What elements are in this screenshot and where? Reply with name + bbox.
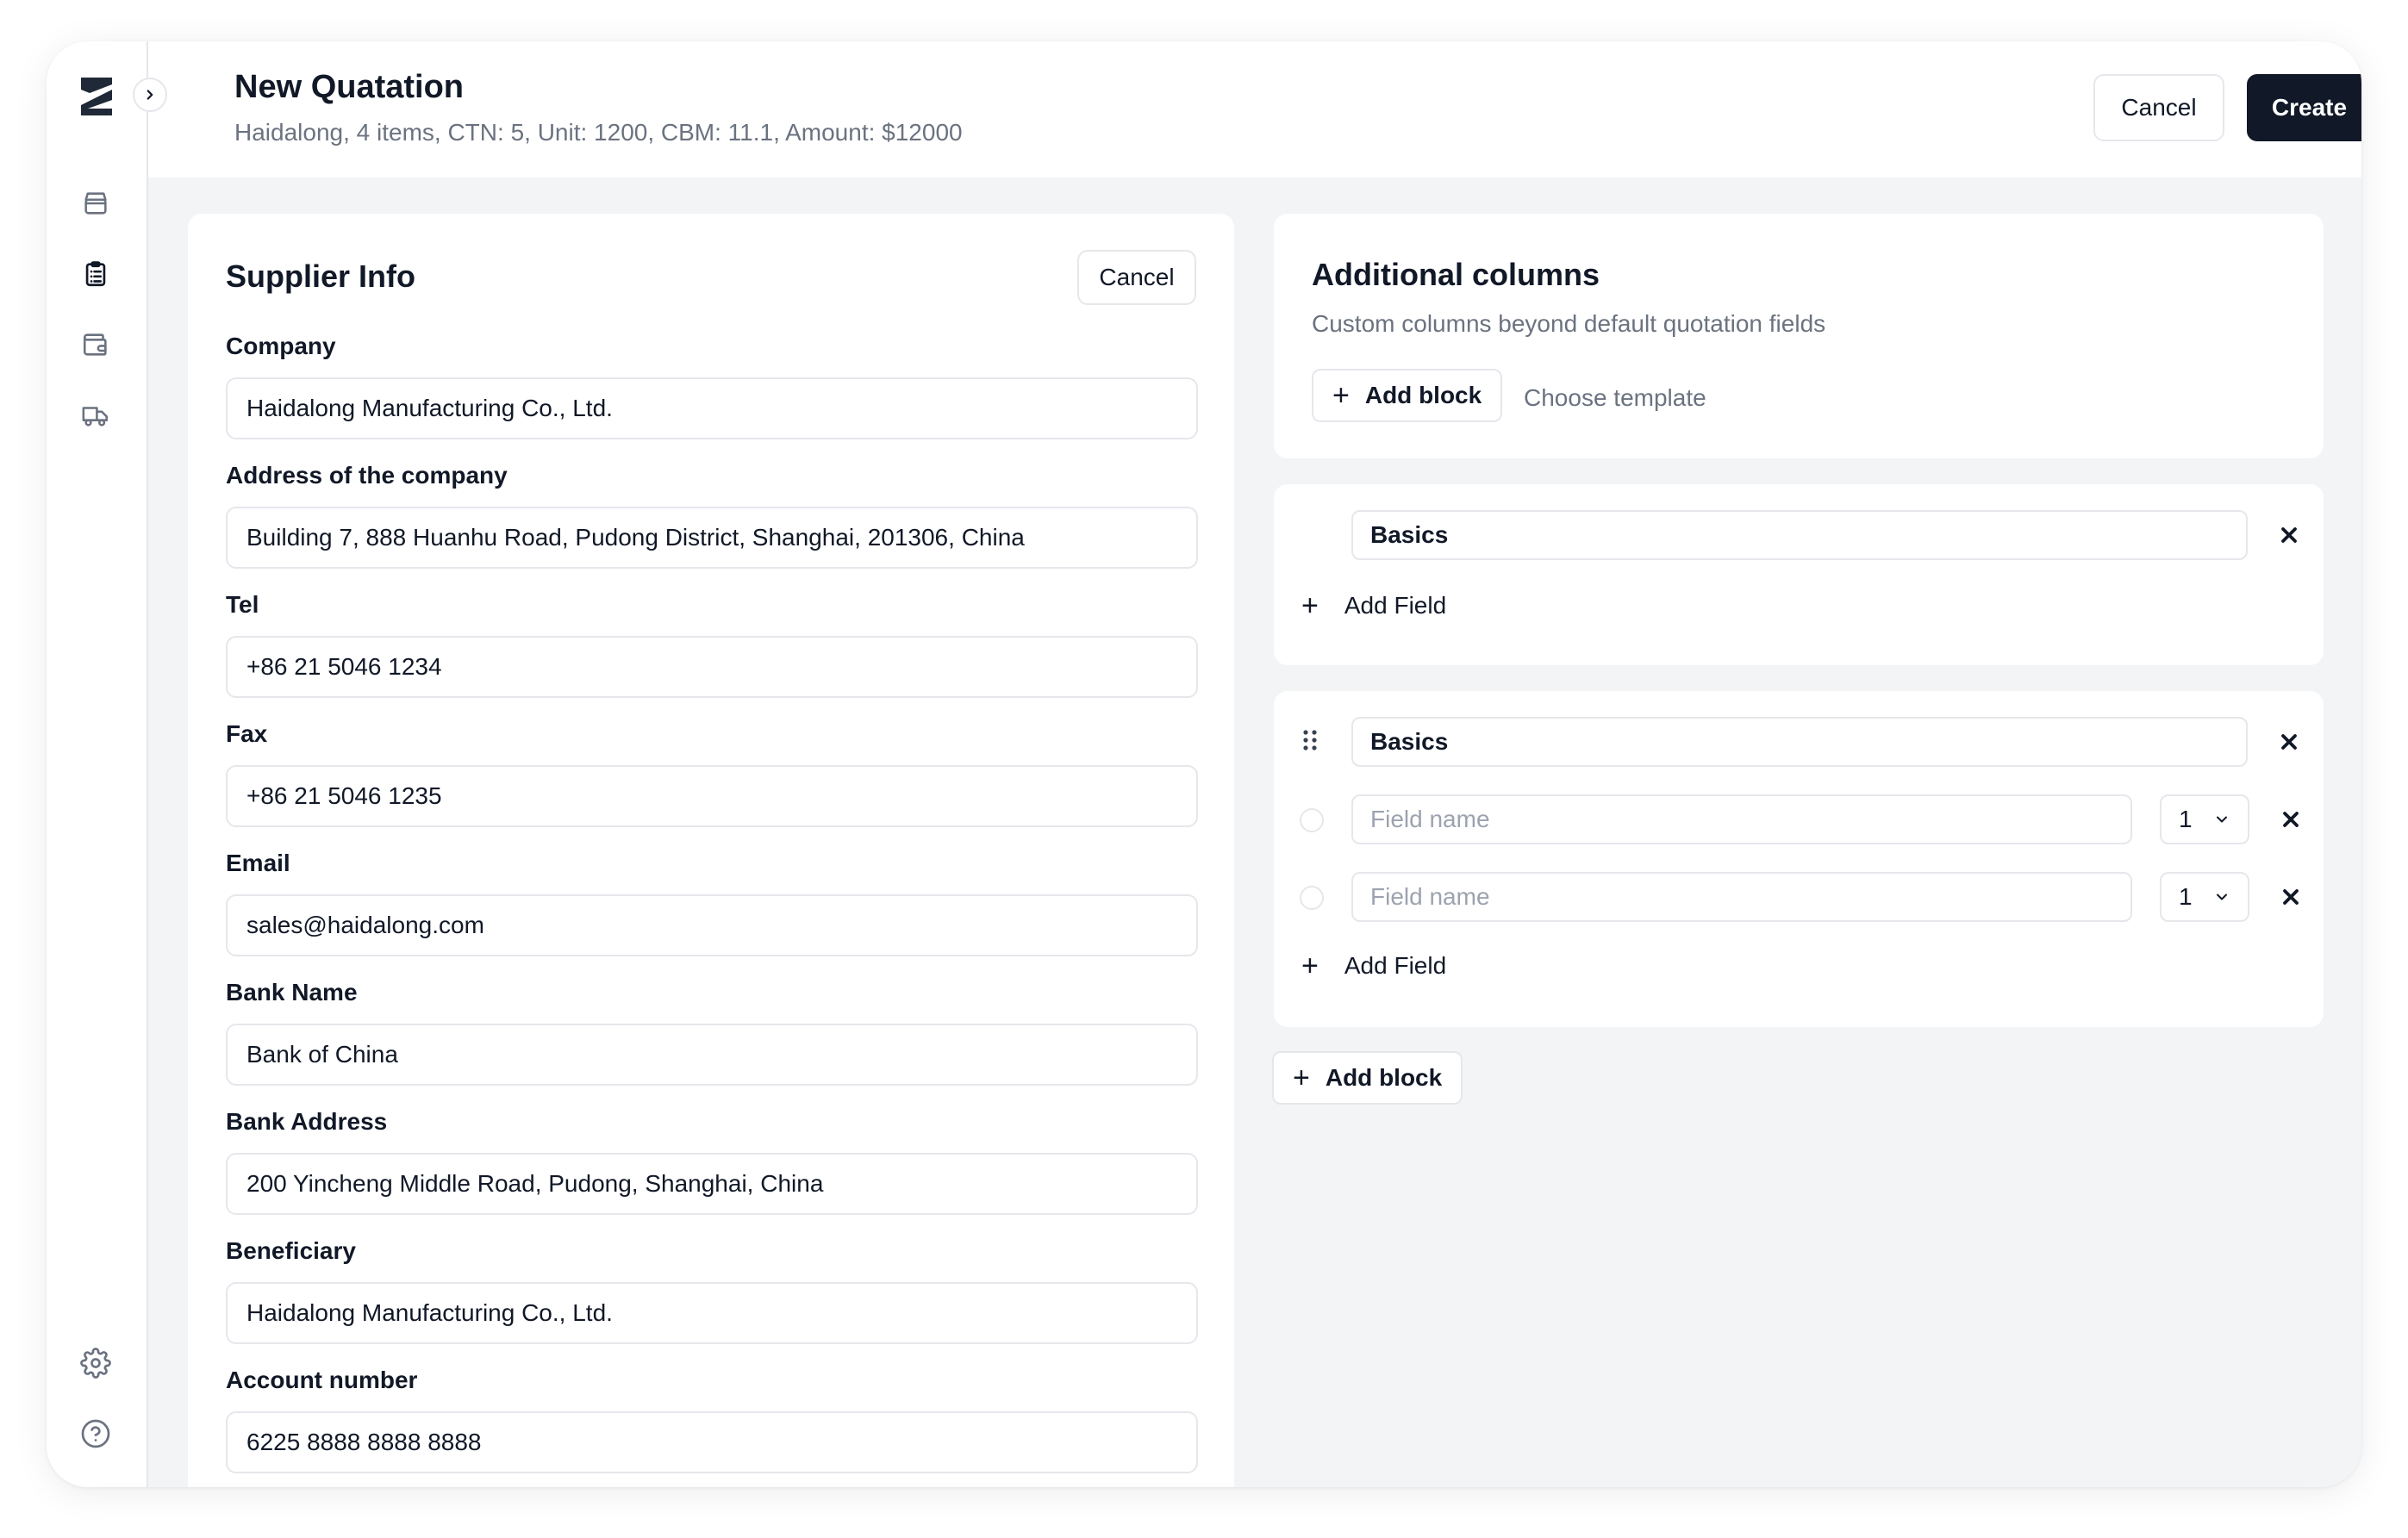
column-block: Basics Field name 1 Field name 1 + Add F… bbox=[1274, 691, 2324, 1027]
logo-icon[interactable] bbox=[78, 74, 115, 119]
add-field-label: Add Field bbox=[1344, 592, 1447, 619]
beneficiary-input[interactable]: Haidalong Manufacturing Co., Ltd. bbox=[226, 1282, 1198, 1344]
create-button[interactable]: Create bbox=[2247, 74, 2361, 141]
page-subtitle: Haidalong, 4 items, CTN: 5, Unit: 1200, … bbox=[234, 119, 963, 146]
supplier-cancel-button[interactable]: Cancel bbox=[1077, 250, 1196, 305]
wallet-icon[interactable] bbox=[78, 327, 113, 362]
clipboard-list-icon[interactable] bbox=[78, 257, 113, 291]
field-label: Beneficiary bbox=[226, 1237, 356, 1264]
account-number-input[interactable]: 6225 8888 8888 8888 bbox=[226, 1411, 1198, 1473]
block-name-input[interactable]: Basics bbox=[1351, 717, 2248, 767]
add-block-button[interactable]: + Add block bbox=[1312, 369, 1503, 422]
bank-address-input[interactable]: 200 Yincheng Middle Road, Pudong, Shangh… bbox=[226, 1153, 1198, 1215]
chevron-down-icon bbox=[2217, 894, 2227, 900]
sidebar bbox=[47, 41, 148, 1487]
close-icon[interactable] bbox=[2277, 730, 2301, 754]
plus-icon: + bbox=[1332, 379, 1350, 412]
fax-field: Fax +86 21 5046 1235 bbox=[226, 717, 1198, 827]
field-label: Tel bbox=[226, 591, 259, 618]
add-field-button[interactable]: + Add Field bbox=[1301, 591, 1446, 620]
drag-handle-icon[interactable] bbox=[1300, 727, 1320, 753]
plus-icon: + bbox=[1301, 950, 1319, 982]
address-field: Address of the company Building 7, 888 H… bbox=[226, 458, 1198, 569]
tel-field: Tel +86 21 5046 1234 bbox=[226, 588, 1198, 698]
field-label: Address of the company bbox=[226, 462, 508, 489]
additional-columns-card: Additional columns Custom columns beyond… bbox=[1274, 214, 2324, 458]
app-window: New Quatation Haidalong, 4 items, CTN: 5… bbox=[47, 41, 2361, 1487]
company-input[interactable]: Haidalong Manufacturing Co., Ltd. bbox=[226, 377, 1198, 439]
additional-columns-description: Custom columns beyond default quotation … bbox=[1312, 310, 1826, 337]
add-block-label: Add block bbox=[1325, 1064, 1443, 1091]
close-icon[interactable] bbox=[2279, 807, 2303, 831]
supplier-info-title: Supplier Info bbox=[226, 258, 415, 294]
field-label: Company bbox=[226, 333, 336, 359]
add-block-button[interactable]: + Add block bbox=[1272, 1051, 1463, 1105]
additional-columns-title: Additional columns bbox=[1312, 257, 1600, 292]
email-input[interactable]: sales@haidalong.com bbox=[226, 894, 1198, 956]
field-label: Bank Name bbox=[226, 979, 358, 1006]
company-field: Company Haidalong Manufacturing Co., Ltd… bbox=[226, 329, 1198, 439]
field-name-input[interactable]: Field name bbox=[1351, 794, 2132, 844]
field-checkbox[interactable] bbox=[1300, 808, 1324, 832]
page-title: New Quatation bbox=[234, 69, 465, 105]
add-field-label: Add Field bbox=[1344, 952, 1447, 979]
plus-icon: + bbox=[1301, 589, 1319, 622]
add-block-label: Add block bbox=[1364, 382, 1482, 408]
field-checkbox[interactable] bbox=[1300, 886, 1324, 910]
beneficiary-field: Beneficiary Haidalong Manufacturing Co.,… bbox=[226, 1234, 1198, 1344]
email-field: Email sales@haidalong.com bbox=[226, 846, 1198, 956]
field-width-value: 1 bbox=[2179, 806, 2193, 832]
store-icon[interactable] bbox=[78, 186, 113, 221]
field-label: Email bbox=[226, 850, 290, 876]
bank-address-field: Bank Address 200 Yincheng Middle Road, P… bbox=[226, 1105, 1198, 1215]
close-icon[interactable] bbox=[2277, 523, 2301, 547]
bank-name-input[interactable]: Bank of China bbox=[226, 1024, 1198, 1086]
field-width-select[interactable]: 1 bbox=[2160, 794, 2249, 844]
page-header: New Quatation Haidalong, 4 items, CTN: 5… bbox=[148, 41, 2361, 177]
tel-input[interactable]: +86 21 5046 1234 bbox=[226, 636, 1198, 698]
column-block: Basics + Add Field bbox=[1274, 484, 2324, 665]
add-field-button[interactable]: + Add Field bbox=[1301, 951, 1446, 981]
truck-icon[interactable] bbox=[78, 398, 113, 433]
sidebar-expand-button[interactable] bbox=[133, 78, 167, 112]
supplier-info-card: Supplier Info Cancel Company Haidalong M… bbox=[188, 214, 1234, 1487]
fax-input[interactable]: +86 21 5046 1235 bbox=[226, 765, 1198, 827]
chevron-right-icon bbox=[147, 90, 153, 100]
field-width-value: 1 bbox=[2179, 883, 2193, 910]
account-number-field: Account number 6225 8888 8888 8888 bbox=[226, 1363, 1198, 1473]
field-label: Bank Address bbox=[226, 1108, 388, 1135]
help-icon[interactable] bbox=[78, 1417, 113, 1451]
field-name-input[interactable]: Field name bbox=[1351, 872, 2132, 922]
field-width-select[interactable]: 1 bbox=[2160, 872, 2249, 922]
plus-icon: + bbox=[1293, 1062, 1310, 1094]
gear-icon[interactable] bbox=[78, 1346, 113, 1380]
chevron-down-icon bbox=[2217, 816, 2227, 823]
bank-name-field: Bank Name Bank of China bbox=[226, 975, 1198, 1086]
block-name-input[interactable]: Basics bbox=[1351, 510, 2248, 560]
close-icon[interactable] bbox=[2279, 885, 2303, 909]
choose-template-link[interactable]: Choose template bbox=[1524, 384, 1706, 412]
field-label: Fax bbox=[226, 720, 268, 747]
cancel-button[interactable]: Cancel bbox=[2093, 74, 2224, 141]
field-label: Account number bbox=[226, 1367, 418, 1393]
address-input[interactable]: Building 7, 888 Huanhu Road, Pudong Dist… bbox=[226, 507, 1198, 569]
